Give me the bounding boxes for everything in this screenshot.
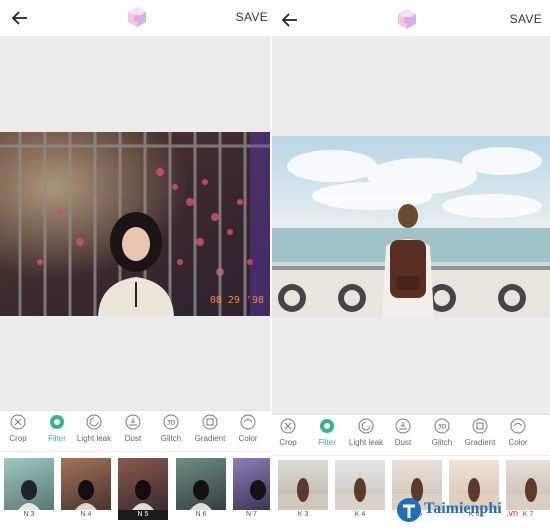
tool-filter[interactable]: Filter — [305, 418, 349, 454]
filter-thumb[interactable]: N 3 — [4, 458, 54, 520]
thumbnail-image — [190, 480, 212, 510]
top-bar: SAVE — [0, 0, 270, 36]
tool-dust[interactable]: Dust — [381, 418, 425, 454]
filter-icon — [50, 415, 64, 429]
glitch-icon: 3D — [434, 418, 450, 434]
svg-text:3D: 3D — [438, 424, 447, 431]
edited-photo: 08 29 '98 — [0, 132, 270, 316]
filter-thumb[interactable]: N 6 — [176, 458, 226, 520]
filter-thumb-selected[interactable]: N 5 — [118, 458, 168, 520]
watermark-logo-icon — [397, 498, 421, 522]
edited-photo — [272, 136, 550, 318]
tool-crop[interactable]: Crop — [0, 414, 40, 450]
watermark: Taimienphi .vn — [394, 497, 544, 523]
top-bar: SAVE — [272, 0, 550, 36]
thumbnail-image — [132, 480, 154, 510]
save-button[interactable]: SAVE — [236, 10, 268, 24]
watermark-suffix: .vn — [506, 508, 519, 518]
left-screen: SAVE 08 29 '98 Crop Filter Light leak Du… — [0, 0, 270, 531]
gradient-icon — [202, 414, 218, 430]
color-icon — [510, 418, 526, 434]
back-arrow-icon[interactable] — [280, 10, 300, 30]
light-leak-icon — [86, 414, 102, 430]
tool-bar: Crop Filter Light leak Dust 3D Glitch Gr… — [272, 414, 550, 455]
dust-icon — [395, 418, 411, 434]
tool-light-leak[interactable]: Light leak — [72, 414, 116, 450]
gradient-icon — [472, 418, 488, 434]
app-logo-icon — [398, 9, 416, 29]
filter-thumb[interactable]: K 3 — [278, 460, 328, 520]
photo-beach-girl — [272, 136, 550, 318]
filter-thumb[interactable]: N 4 — [61, 458, 111, 520]
dust-icon — [125, 414, 141, 430]
thumbnail-image — [278, 478, 328, 510]
back-arrow-icon[interactable] — [10, 8, 30, 28]
thumbnail-image — [250, 480, 266, 500]
right-screen: SAVE Crop Filter Light leak Dust 3D Glit… — [272, 0, 550, 531]
watermark-text: Taimienphi — [424, 500, 502, 517]
glitch-icon: 3D — [163, 414, 179, 430]
svg-text:3D: 3D — [167, 420, 176, 427]
tool-color[interactable]: Color — [226, 414, 270, 450]
filter-icon — [320, 419, 334, 433]
filter-strip: N 3 N 4 N 5 N 6 N 7 — [0, 452, 270, 531]
app-logo-icon — [128, 7, 146, 27]
save-button[interactable]: SAVE — [510, 12, 542, 26]
tool-color[interactable]: Color — [496, 418, 540, 454]
thumbnail-image — [75, 480, 97, 510]
crop-icon — [280, 418, 296, 434]
thumbnail-image — [335, 478, 385, 510]
tool-glitch[interactable]: 3D Glitch — [149, 414, 193, 450]
filter-thumb[interactable]: N 7 — [233, 458, 270, 520]
filter-thumb[interactable]: K 4 — [335, 460, 385, 520]
crop-icon — [10, 414, 26, 430]
tool-bar: Crop Filter Light leak Dust 3D Glitch Gr… — [0, 410, 270, 451]
color-icon — [240, 414, 256, 430]
light-leak-icon — [358, 418, 374, 434]
photo-fence-flowers — [0, 132, 270, 316]
thumbnail-image — [18, 480, 40, 510]
photo-date-stamp: 08 29 '98 — [209, 295, 264, 306]
